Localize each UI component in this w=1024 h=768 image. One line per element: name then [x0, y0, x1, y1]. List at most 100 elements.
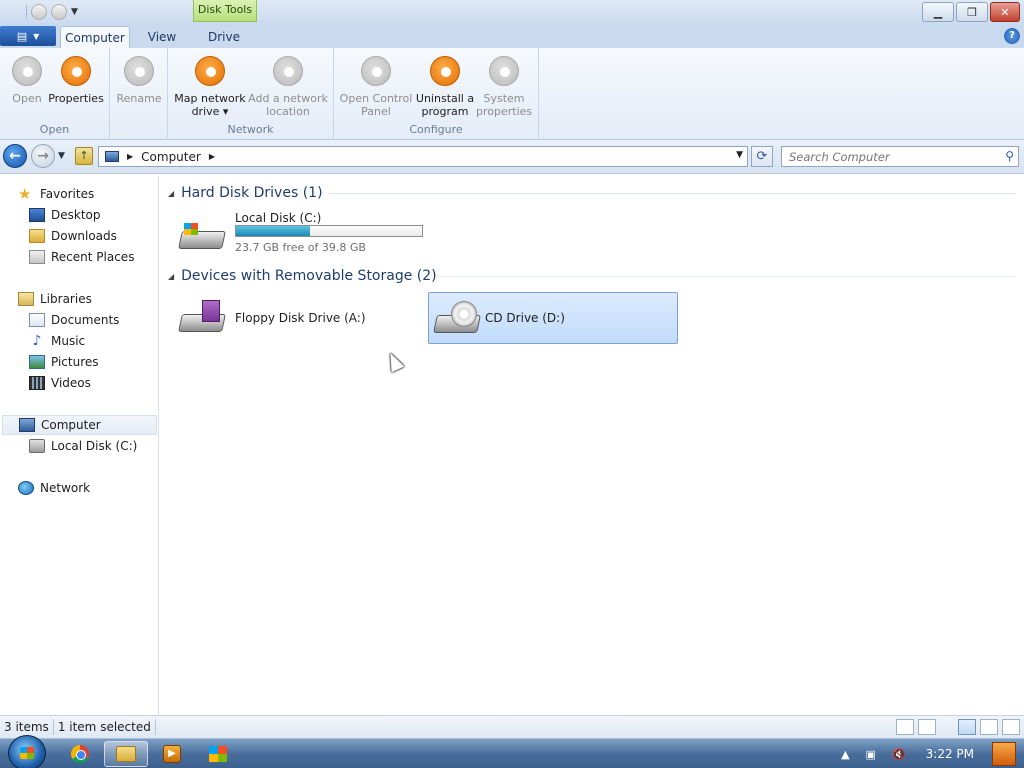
content-view-icon[interactable] [980, 719, 998, 735]
breadcrumb-arrow-icon[interactable]: ▶ [127, 152, 133, 161]
control-panel-icon [361, 56, 391, 86]
drive-floppy-a[interactable]: Floppy Disk Drive (A:) [164, 292, 418, 344]
tab-computer[interactable]: Computer [60, 26, 130, 48]
qat-new-folder-icon[interactable] [51, 4, 67, 20]
drive-local-disk-c[interactable]: Local Disk (C:) 23.7 GB free of 39.8 GB [164, 207, 424, 259]
search-input[interactable] [782, 147, 982, 166]
open-control-panel-button[interactable]: Open Control Panel [338, 56, 414, 118]
uninstall-program-button[interactable]: Uninstall a program [414, 56, 476, 118]
open-control-panel-label-2: Panel [361, 105, 391, 118]
search-box[interactable]: ⚲ [781, 146, 1019, 167]
ribbon: Open Properties Open Rename Map network … [0, 48, 1024, 140]
show-desktop-button[interactable] [992, 742, 1016, 766]
taskbar-media-player[interactable]: ▶ [150, 741, 194, 767]
help-icon[interactable]: ? [1004, 28, 1020, 44]
network-status-icon[interactable]: ▣ [866, 748, 876, 761]
uninstall-program-icon [430, 56, 460, 86]
disk-tools-contextual-tab: Disk Tools [193, 0, 257, 22]
taskbar-explorer[interactable] [104, 741, 148, 767]
map-network-drive-button[interactable]: Map network drive ▾ [172, 56, 248, 118]
nav-libraries[interactable]: Libraries [18, 289, 92, 309]
pictures-icon [29, 355, 45, 369]
ribbon-tab-row: ▤ ▼ Computer View Drive ? [0, 26, 1024, 48]
volume-muted-icon[interactable]: 🔇 [892, 748, 906, 761]
nav-recent-places[interactable]: Recent Places [29, 247, 134, 267]
recent-locations-dropdown-icon[interactable]: ▼ [58, 151, 65, 161]
quick-access-toolbar: ▼ [26, 4, 78, 20]
back-button[interactable]: ← [3, 144, 27, 168]
nav-desktop[interactable]: Desktop [29, 205, 101, 225]
large-icons-view-icon[interactable] [1002, 719, 1020, 735]
chrome-icon [71, 745, 89, 763]
rename-label: Rename [116, 92, 162, 105]
qat-customize-dropdown-icon[interactable]: ▼ [71, 7, 78, 17]
app-menu-button[interactable]: ▤ ▼ [0, 26, 56, 46]
content-pane: ◢ Hard Disk Drives (1) Local Disk (C:) 2… [160, 175, 1024, 715]
address-dropdown-icon[interactable]: ▼ [736, 150, 743, 160]
nav-desktop-label: Desktop [51, 208, 101, 222]
map-network-drive-icon [195, 56, 225, 86]
open-button[interactable]: Open [8, 56, 46, 105]
nav-network[interactable]: Network [18, 478, 90, 498]
restore-button[interactable]: ❐ [956, 2, 988, 22]
tiles-view-icon[interactable] [958, 719, 976, 735]
section-hard-disk-drives[interactable]: ◢ Hard Disk Drives (1) [168, 183, 1016, 203]
tab-drive[interactable]: Drive [194, 26, 254, 48]
nav-videos[interactable]: Videos [29, 373, 91, 393]
nav-local-disk-c-label: Local Disk (C:) [51, 439, 138, 453]
rename-button[interactable]: Rename [114, 56, 164, 105]
properties-button[interactable]: Properties [48, 56, 104, 105]
network-globe-icon [18, 481, 34, 495]
collapse-triangle-icon[interactable]: ◢ [168, 272, 174, 281]
forward-button[interactable]: → [31, 144, 55, 168]
section-title-hard-disk-drives: Hard Disk Drives (1) [181, 185, 323, 201]
tab-view[interactable]: View [136, 26, 188, 48]
section-removable-storage[interactable]: ◢ Devices with Removable Storage (2) [168, 266, 1016, 286]
nav-music-label: Music [51, 334, 86, 348]
nav-documents[interactable]: Documents [29, 310, 119, 330]
window-controls: ▁ ❐ ✕ [922, 2, 1020, 22]
breadcrumb-arrow-icon[interactable]: ▶ [209, 152, 215, 161]
taskbar-chrome[interactable] [58, 741, 102, 767]
windows-flag-icon [209, 746, 227, 762]
add-network-location-button[interactable]: Add a network location [248, 56, 328, 118]
up-folder-button[interactable]: ↑ [75, 147, 93, 165]
system-properties-button[interactable]: System properties [476, 56, 532, 118]
nav-network-label: Network [40, 481, 91, 495]
nav-music[interactable]: ♪ Music [29, 331, 86, 351]
nav-favorites[interactable]: ★ Favorites [18, 184, 94, 204]
drive-name-local-disk-c: Local Disk (C:) [235, 211, 322, 225]
qat-properties-icon[interactable] [31, 4, 47, 20]
search-icon[interactable]: ⚲ [1005, 149, 1014, 163]
taskbar-windows-app[interactable] [196, 741, 240, 767]
show-hidden-icons-icon[interactable]: ▲ [841, 748, 849, 761]
status-selection: 1 item selected [54, 719, 156, 735]
nav-pictures[interactable]: Pictures [29, 352, 99, 372]
computer-icon [19, 418, 35, 432]
nav-documents-label: Documents [51, 313, 120, 327]
nav-local-disk-c[interactable]: Local Disk (C:) [29, 436, 137, 456]
preview-pane-icon[interactable] [918, 719, 936, 735]
details-view-icon[interactable] [896, 719, 914, 735]
start-button[interactable] [8, 735, 46, 768]
disk-usage-bar [235, 225, 423, 237]
refresh-button[interactable]: ⟳ [751, 146, 773, 167]
address-bar[interactable]: ▶ Computer ▶ ▼ [98, 146, 748, 167]
media-player-icon: ▶ [163, 745, 181, 763]
collapse-triangle-icon[interactable]: ◢ [168, 189, 174, 198]
nav-downloads[interactable]: Downloads [29, 226, 117, 246]
rename-icon [124, 56, 154, 86]
properties-label: Properties [48, 92, 104, 105]
close-button[interactable]: ✕ [990, 2, 1020, 22]
clock[interactable]: 3:22 PM [926, 747, 974, 761]
back-arrow-icon: ← [9, 148, 21, 164]
music-note-icon: ♪ [32, 333, 42, 349]
open-icon [12, 56, 42, 86]
nav-computer[interactable]: Computer [2, 415, 157, 435]
documents-icon [29, 313, 45, 327]
minimize-button[interactable]: ▁ [922, 2, 954, 22]
breadcrumb-computer[interactable]: Computer [141, 150, 201, 164]
nav-libraries-label: Libraries [40, 292, 92, 306]
drive-cd-d[interactable]: CD Drive (D:) [428, 292, 678, 344]
ribbon-group-label-open: Open [39, 123, 70, 136]
